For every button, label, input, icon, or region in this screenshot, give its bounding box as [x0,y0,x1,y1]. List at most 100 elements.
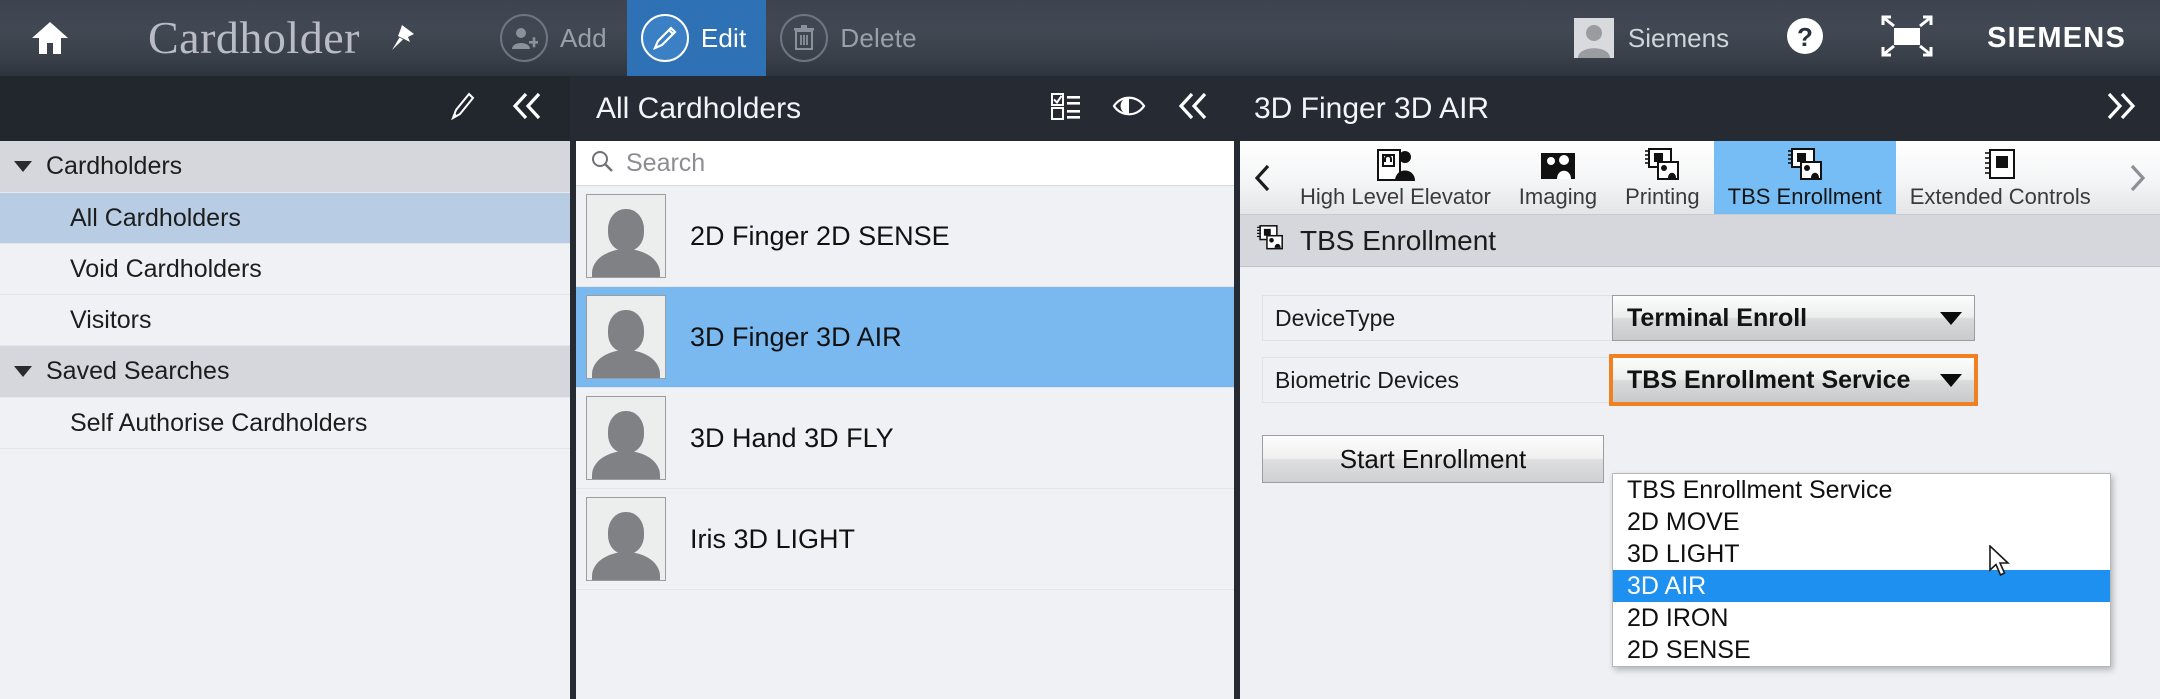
fullscreen-icon [1881,15,1933,62]
dropdown-option[interactable]: 2D SENSE [1613,634,2110,666]
avatar-body [592,552,660,580]
list-toolbar-icons [1050,91,1212,126]
avatar-head [608,310,644,352]
pencil-icon [450,91,476,126]
list-item-label: 3D Hand 3D FLY [690,422,894,453]
edit-button[interactable]: Edit [626,0,767,76]
tab-label: Extended Controls [1909,183,2091,209]
form-row-biometric-devices: Biometric Devices TBS Enrollment Service [1240,354,2160,406]
section-title: TBS Enrollment [1300,224,1497,256]
detail-title: 3D Finger 3D AIR [1254,91,1490,125]
list-item-label: Iris 3D LIGHT [690,523,856,554]
help-question-icon: ? [1783,14,1827,63]
app-title-area: Cardholder [100,0,416,76]
double-chevron-left-icon [1176,91,1212,126]
sidebar-group-cardholders[interactable]: Cardholders [0,141,570,193]
tab-extended-controls[interactable]: Extended Controls [1896,141,2105,214]
chevron-down-icon [1940,373,1962,387]
record-actions: Add Edit Delete [486,0,937,76]
chevron-left-icon [1252,163,1274,193]
expand-detail-button[interactable] [2102,91,2138,126]
dropdown-option[interactable]: 2D MOVE [1613,506,2110,538]
tab-scroll-left-button[interactable] [1240,141,1286,214]
tab-imaging[interactable]: Imaging [1505,141,1611,214]
biometric-devices-select[interactable]: TBS Enrollment Service [1609,354,1978,406]
edit-button-label: Edit [700,22,747,53]
tab-printing[interactable]: Printing [1611,141,1714,214]
sidebar-toolbar [0,76,570,141]
detail-panel: High Level Elevator Imaging Printing TBS… [1240,141,2160,699]
list-item[interactable]: 3D Hand 3D FLY [576,388,1236,489]
select-items-button[interactable] [1050,91,1082,126]
add-button[interactable]: Add [486,0,627,76]
user-menu[interactable]: Siemens [1548,18,1755,58]
avatar-icon [1573,18,1614,58]
add-user-icon [499,14,548,62]
double-chevron-left-icon [510,91,546,126]
sidebar-item-all-cardholders[interactable]: All Cardholders [0,193,570,244]
enrollment-form: DeviceType Terminal Enroll Biometric Dev… [1240,267,2160,667]
detail-toolbar: 3D Finger 3D AIR [1240,76,2160,141]
printing-icon [1641,147,1683,182]
header-right-group: Siemens ? SIEMENS [1548,0,2160,76]
elevator-access-icon [1372,148,1418,182]
tab-tbs-enrollment[interactable]: TBS Enrollment [1713,141,1896,214]
avatar-body [592,249,660,277]
avatar-head [608,512,644,554]
sidebar-group-saved-searches[interactable]: Saved Searches [0,346,570,398]
collapse-sidebar-button[interactable] [510,91,546,126]
top-toolbar: Cardholder Add Edit Delete Siemens ? SIE… [0,0,2160,76]
dropdown-option[interactable]: TBS Enrollment Service [1613,474,2110,506]
avatar [586,497,666,581]
section-header: TBS Enrollment [1240,215,2160,267]
home-button[interactable] [0,0,100,76]
list-toolbar: All Cardholders [576,76,1236,141]
preview-button[interactable] [1112,93,1146,124]
list-item[interactable]: 3D Finger 3D AIR [576,287,1236,388]
secondary-toolbar: All Cardholders 3D Finger 3D AIR [0,76,2160,141]
add-button-label: Add [559,22,607,53]
start-enrollment-button[interactable]: Start Enrollment [1262,435,1604,483]
dropdown-option[interactable]: 2D IRON [1613,602,2110,634]
sidebar-item-visitors[interactable]: Visitors [0,295,570,346]
device-type-select[interactable]: Terminal Enroll [1612,295,1975,341]
fullscreen-button[interactable] [1855,15,1959,62]
form-row-device-type: DeviceType Terminal Enroll [1240,295,2160,341]
help-button[interactable]: ? [1755,14,1855,63]
sidebar-item-self-authorise-cardholders[interactable]: Self Authorise Cardholders [0,398,570,449]
device-type-label: DeviceType [1262,295,1612,341]
sidebar-item-label: Void Cardholders [70,254,262,283]
collapse-list-button[interactable] [1176,91,1212,126]
list-item[interactable]: Iris 3D LIGHT [576,489,1236,590]
sidebar-group-label: Saved Searches [46,357,230,385]
sidebar-item-void-cardholders[interactable]: Void Cardholders [0,244,570,295]
page-title: Cardholder [148,12,360,63]
extended-controls-icon [1980,148,2020,182]
pin-icon[interactable] [386,23,416,53]
list-item-label: 3D Finger 3D AIR [690,321,902,352]
panel-divider [1234,141,1240,699]
chevron-down-icon [14,366,32,377]
double-chevron-right-icon [2102,91,2138,126]
avatar-head [608,411,644,453]
avatar [586,295,666,379]
dropdown-option[interactable]: 3D AIR [1613,570,2110,602]
biometric-devices-dropdown: TBS Enrollment Service 2D MOVE 3D LIGHT … [1612,473,2111,667]
delete-button-label: Delete [840,22,917,53]
delete-button[interactable]: Delete [766,0,936,76]
tab-scroll-right-button[interactable] [2114,141,2160,214]
sidebar-item-label: All Cardholders [70,203,241,232]
tab-high-level-elevator[interactable]: High Level Elevator [1286,141,1505,214]
avatar-body [592,350,660,378]
sidebar-item-label: Self Authorise Cardholders [70,408,368,437]
list-item[interactable]: 2D Finger 2D SENSE [576,186,1236,287]
panel-divider [570,141,576,699]
home-icon [31,21,69,55]
biometric-devices-value: TBS Enrollment Service [1627,365,1911,394]
checklist-icon [1050,91,1082,126]
tbs-enrollment-icon [1784,147,1826,182]
search-input[interactable] [626,148,1236,178]
svg-text:?: ? [1797,22,1813,52]
dropdown-option[interactable]: 3D LIGHT [1613,538,2110,570]
edit-tree-button[interactable] [450,91,476,126]
